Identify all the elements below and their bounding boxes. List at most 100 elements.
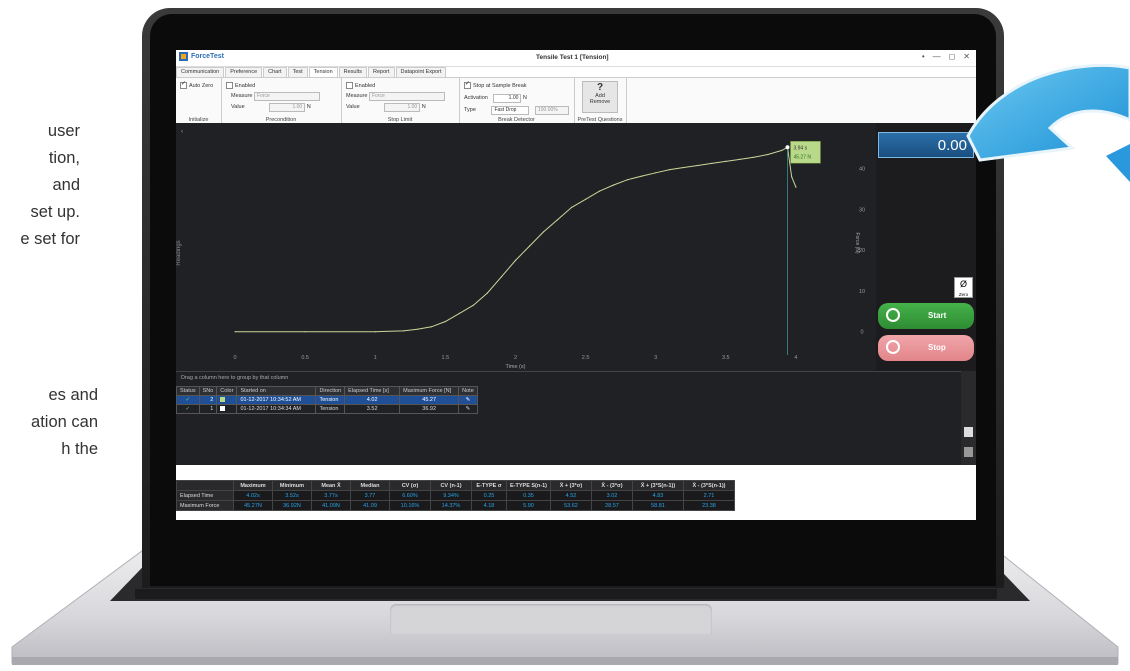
tab-bar: Communication Preference Chart Test Tens… — [176, 67, 976, 77]
x-tick-label: 3.5 — [722, 355, 730, 361]
series-line — [235, 146, 797, 333]
stats-cell: 3.52s — [272, 490, 312, 501]
data-point — [571, 206, 573, 208]
activation-input[interactable]: 1.00 — [493, 94, 522, 103]
stats-cell: 0.35 — [506, 490, 551, 501]
stats-header: CV (σ) — [389, 480, 431, 491]
y-tick-label: 10 — [859, 289, 865, 295]
column-header[interactable]: Color — [216, 386, 238, 396]
status-cell: ✓ — [176, 404, 200, 414]
stats-cell: 45.27N — [233, 500, 273, 511]
data-point — [767, 153, 769, 156]
value-input[interactable]: 1.00 — [269, 103, 306, 112]
x-tick-label: 2 — [514, 355, 517, 361]
tab-tension[interactable]: Tension — [308, 67, 338, 77]
column-header[interactable]: Status — [176, 386, 200, 396]
group-break-detector: Stop at Sample Break Activation 1.00 N T… — [459, 78, 575, 124]
y-tick-label: 0 — [860, 330, 863, 336]
stats-cell: 9.34% — [430, 490, 472, 501]
stats-row: Maximum Force 45.27N 36.92N 41.09N 41.09… — [176, 500, 735, 511]
side-text-bottom: es and ation can h the — [0, 382, 160, 463]
color-swatch — [220, 405, 226, 411]
stats-row: Elapsed Time 4.02s 3.52s 3.77s 3.77 6.60… — [176, 490, 735, 501]
percent-input[interactable]: 100.00% — [535, 106, 569, 115]
tab-preference[interactable]: Preference — [225, 67, 263, 77]
y-axis-label: Force (N) — [854, 232, 860, 253]
column-header[interactable]: Elapsed Time [s] — [344, 386, 401, 396]
chart-area[interactable]: Readings ‹ 0 0.5 1 1.5 2 2.5 3 3.5 4 0 10 20 30 40 Time … — [176, 123, 876, 371]
layers-icon[interactable] — [964, 427, 973, 437]
note-edit-icon[interactable]: ✎ — [458, 395, 478, 405]
data-point — [711, 162, 713, 164]
zero-button[interactable]: Ø Zero — [954, 277, 973, 298]
precondition-measure: Measure Force — [231, 92, 320, 101]
color-swatch — [220, 396, 226, 402]
stats-cell: 5.90 — [506, 500, 551, 511]
collapse-icon: ‹ — [181, 129, 183, 135]
table-row[interactable]: ✓ 2 01-12-2017 10:34:52 AM Tension 4.02 … — [176, 395, 478, 405]
tab-report[interactable]: Report — [367, 67, 395, 77]
column-header[interactable]: Direction — [315, 386, 346, 396]
stats-cell: 14.37% — [430, 500, 472, 511]
column-header[interactable]: Note — [458, 386, 478, 396]
data-point — [627, 179, 629, 181]
tab-chart[interactable]: Chart — [263, 67, 287, 77]
data-point — [725, 160, 727, 162]
stats-header: CV (n-1) — [430, 480, 472, 491]
value-label: Value — [346, 104, 360, 110]
tab-test[interactable]: Test — [287, 67, 308, 77]
measure-select[interactable]: Force — [368, 92, 445, 101]
stats-header: Minimum — [272, 480, 312, 491]
side-text-top: user tion, and set up. e set for — [0, 118, 160, 253]
data-point — [669, 169, 671, 171]
stats-header: Maximum — [233, 480, 273, 491]
tab-communication[interactable]: Communication — [176, 67, 225, 77]
data-point — [514, 259, 517, 261]
force-time-chart[interactable]: Readings‹0 0.5 1 1.5 2 2.5 3 3.5 4010203040Time … — [176, 123, 876, 371]
value-input[interactable]: 1.00 — [384, 103, 421, 112]
data-point — [416, 328, 418, 330]
stats-header: E-TYPE σ — [471, 480, 507, 491]
zero-icon: Ø — [959, 279, 967, 289]
tab-datapoint-export[interactable]: Datapoint Export — [395, 67, 447, 77]
side-text-line: ation can — [31, 413, 98, 431]
export-icon[interactable] — [964, 447, 973, 457]
x-tick-label: 1 — [374, 355, 377, 361]
stop-button[interactable]: Stop — [878, 335, 974, 361]
measure-label: Measure — [346, 93, 368, 99]
stop-limit-enabled-checkbox[interactable]: Enabled — [346, 82, 375, 89]
tab-results[interactable]: Results — [338, 67, 367, 77]
stats-cell: 6.60% — [389, 490, 431, 501]
elapsed-cell: 3.52 — [344, 404, 401, 414]
started-cell: 01-12-2017 10:34:34 AM — [236, 404, 317, 414]
stats-cell: 28.57 — [590, 500, 633, 511]
stats-cell: 4.18 — [471, 500, 507, 511]
results-table-area: Drag a column here to group by that colu… — [176, 371, 961, 466]
y-tick-label: 30 — [859, 207, 865, 213]
y-tick-label: 40 — [859, 167, 865, 173]
type-select[interactable]: Fast Drop — [491, 106, 530, 115]
auto-zero-checkbox[interactable]: Auto Zero — [180, 80, 213, 89]
annotation-time: 3.94 s — [793, 145, 807, 151]
column-header[interactable]: SNo — [198, 386, 218, 396]
pin-icon[interactable]: • — [922, 52, 925, 61]
stats-cell: 3.02 — [590, 490, 633, 501]
column-header[interactable]: Started on — [236, 386, 317, 396]
unit-label: N — [306, 104, 311, 110]
precondition-enabled-checkbox[interactable]: Enabled — [226, 82, 255, 89]
x-tick-label: 0.5 — [301, 355, 309, 361]
note-edit-icon[interactable]: ✎ — [458, 404, 478, 414]
table-row[interactable]: ✓ 1 01-12-2017 10:34:34 AM Tension 3.52 … — [176, 404, 478, 414]
sno-cell: 2 — [198, 395, 218, 405]
group-precondition: Enabled Measure Force Value 1.00 N Preco… — [221, 78, 342, 124]
add-remove-question-button[interactable]: ? Add Remove — [582, 81, 618, 113]
side-text-line: and — [52, 176, 80, 194]
measure-select[interactable]: Force — [253, 92, 320, 101]
group-by-hint: Drag a column here to group by that colu… — [181, 375, 289, 381]
stop-at-break-checkbox[interactable]: Stop at Sample Break — [464, 80, 527, 89]
max-force-cell: 45.27 — [399, 395, 460, 405]
peak-marker — [785, 145, 790, 150]
start-button[interactable]: Start — [878, 303, 974, 329]
remove-label: Remove — [589, 99, 611, 105]
column-header[interactable]: Maximum Force [N] — [399, 386, 460, 396]
